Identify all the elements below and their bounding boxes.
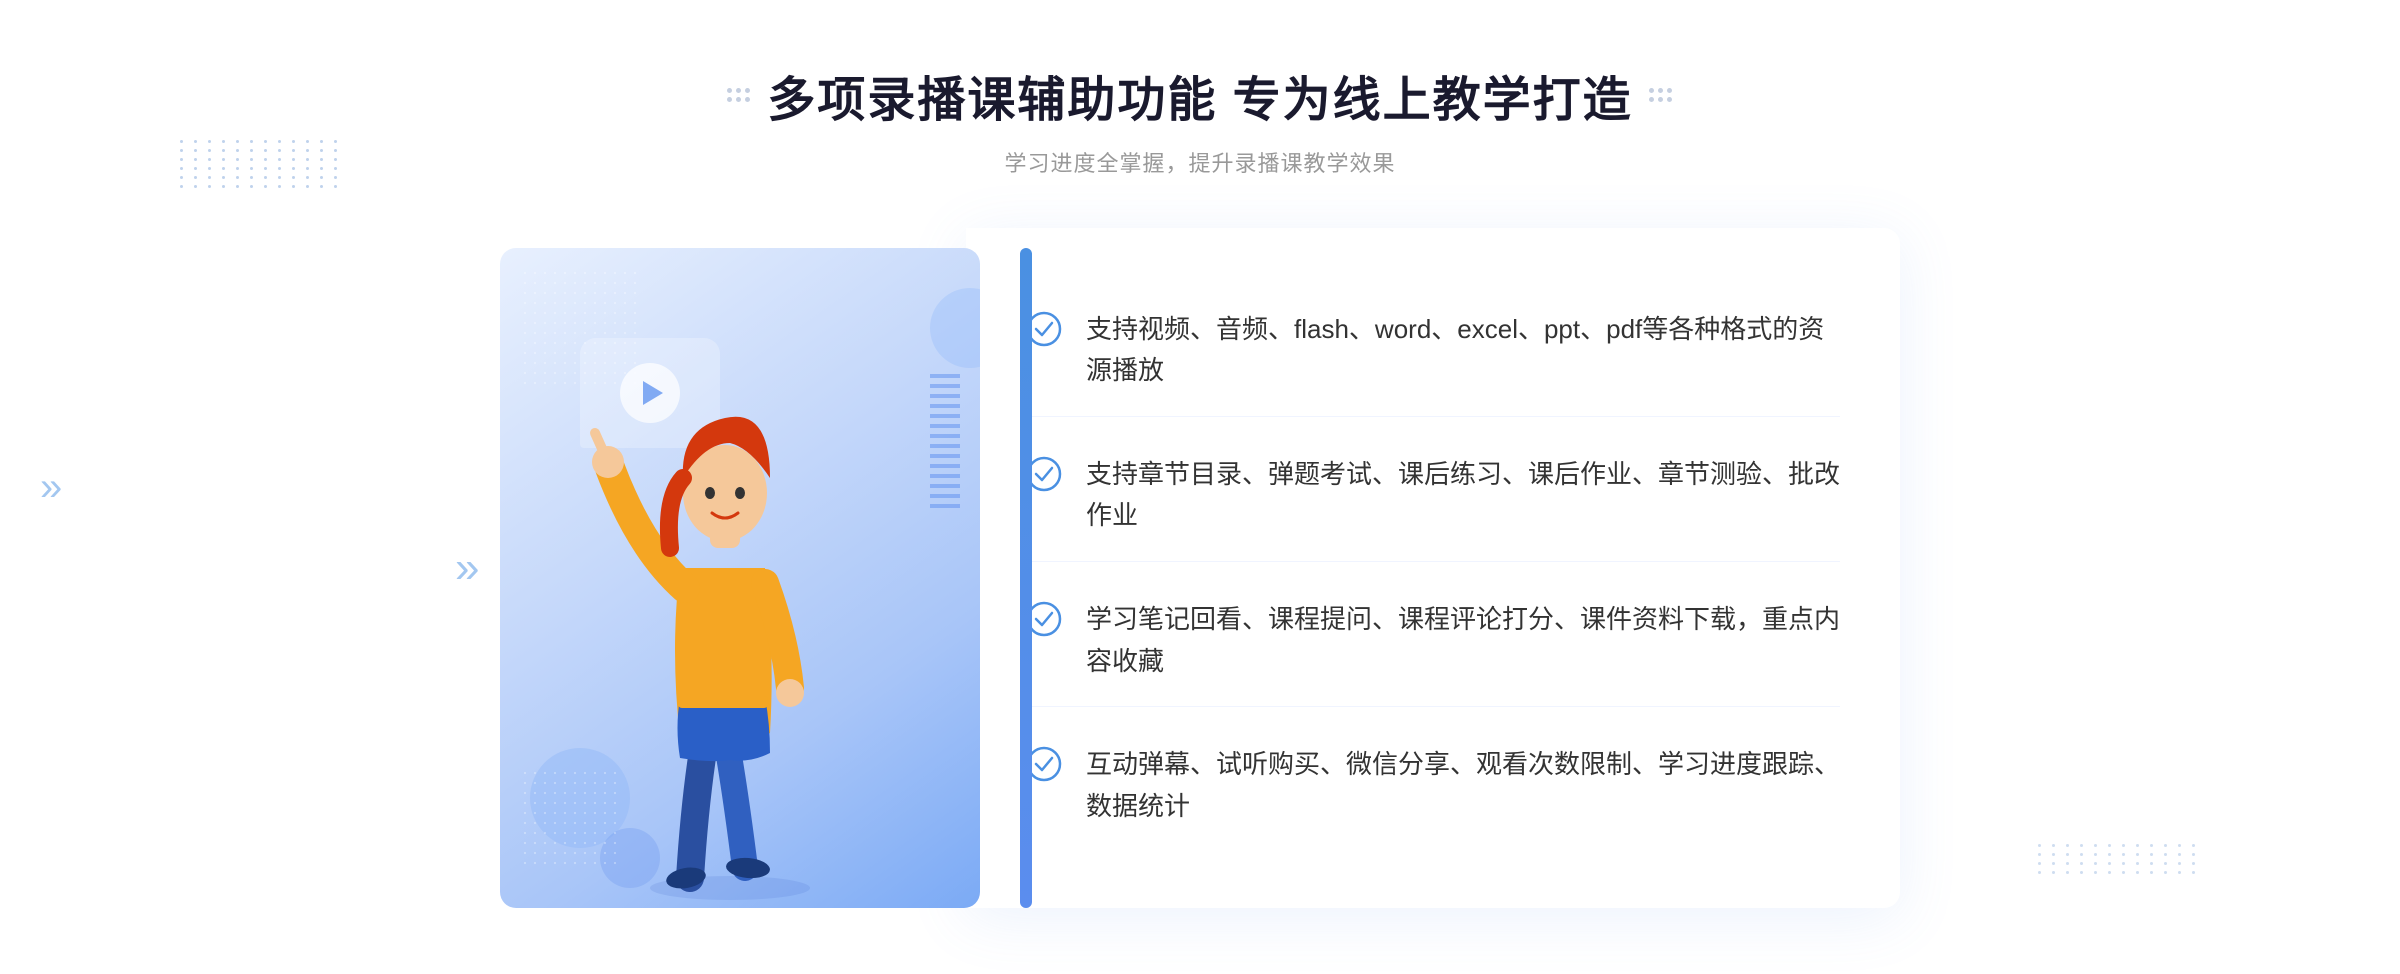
feature-text-4: 互动弹幕、试听购买、微信分享、观看次数限制、学习进度跟踪、数据统计	[1086, 744, 1840, 827]
content-section: » 支持视频、音频、flash、word、excel、ppt、pdf等各种格式的…	[500, 228, 1900, 908]
deco-circle-3	[930, 288, 980, 368]
right-panel: 支持视频、音频、flash、word、excel、ppt、pdf等各种格式的资源…	[966, 228, 1900, 908]
image-background	[500, 248, 980, 908]
left-chevron-deco: »	[455, 543, 479, 593]
feature-text-2: 支持章节目录、弹题考试、课后练习、课后作业、章节测验、批改作业	[1086, 454, 1840, 537]
sub-title: 学习进度全掌握，提升录播课教学效果	[727, 146, 1672, 178]
deco-stripe	[930, 368, 960, 508]
feature-item-2: 支持章节目录、弹题考试、课后练习、课后作业、章节测验、批改作业	[1026, 430, 1840, 562]
chevron-left-icon: »	[40, 467, 62, 507]
page-deco-left: »	[40, 467, 62, 507]
left-image: »	[500, 228, 1020, 908]
feature-text-3: 学习笔记回看、课程提问、课程评论打分、课件资料下载，重点内容收藏	[1086, 599, 1840, 682]
feature-item-3: 学习笔记回看、课程提问、课程评论打分、课件资料下载，重点内容收藏	[1026, 575, 1840, 707]
deco-dots-right	[1649, 88, 1673, 103]
feature-text-1: 支持视频、音频、flash、word、excel、ppt、pdf等各种格式的资源…	[1086, 309, 1840, 392]
header-section: 多项录播课辅助功能 专为线上教学打造 学习进度全掌握，提升录播课教学效果	[727, 60, 1672, 178]
main-title: 多项录播课辅助功能 专为线上教学打造	[767, 60, 1632, 130]
illustration	[550, 348, 910, 908]
feature-item-1: 支持视频、音频、flash、word、excel、ppt、pdf等各种格式的资源…	[1026, 285, 1840, 417]
deco-dots-left	[727, 88, 751, 103]
title-row: 多项录播课辅助功能 专为线上教学打造	[727, 60, 1672, 130]
page-wrapper: » 多项录播课辅助功能 专为线上教学打造 学习进度全掌握，提升录播课教学效果	[0, 0, 2400, 974]
blue-accent-bar	[1020, 248, 1032, 908]
feature-item-4: 互动弹幕、试听购买、微信分享、观看次数限制、学习进度跟踪、数据统计	[1026, 720, 1840, 851]
dot-grid-bottom-right	[2038, 844, 2200, 874]
dot-grid-top-left	[180, 140, 342, 188]
